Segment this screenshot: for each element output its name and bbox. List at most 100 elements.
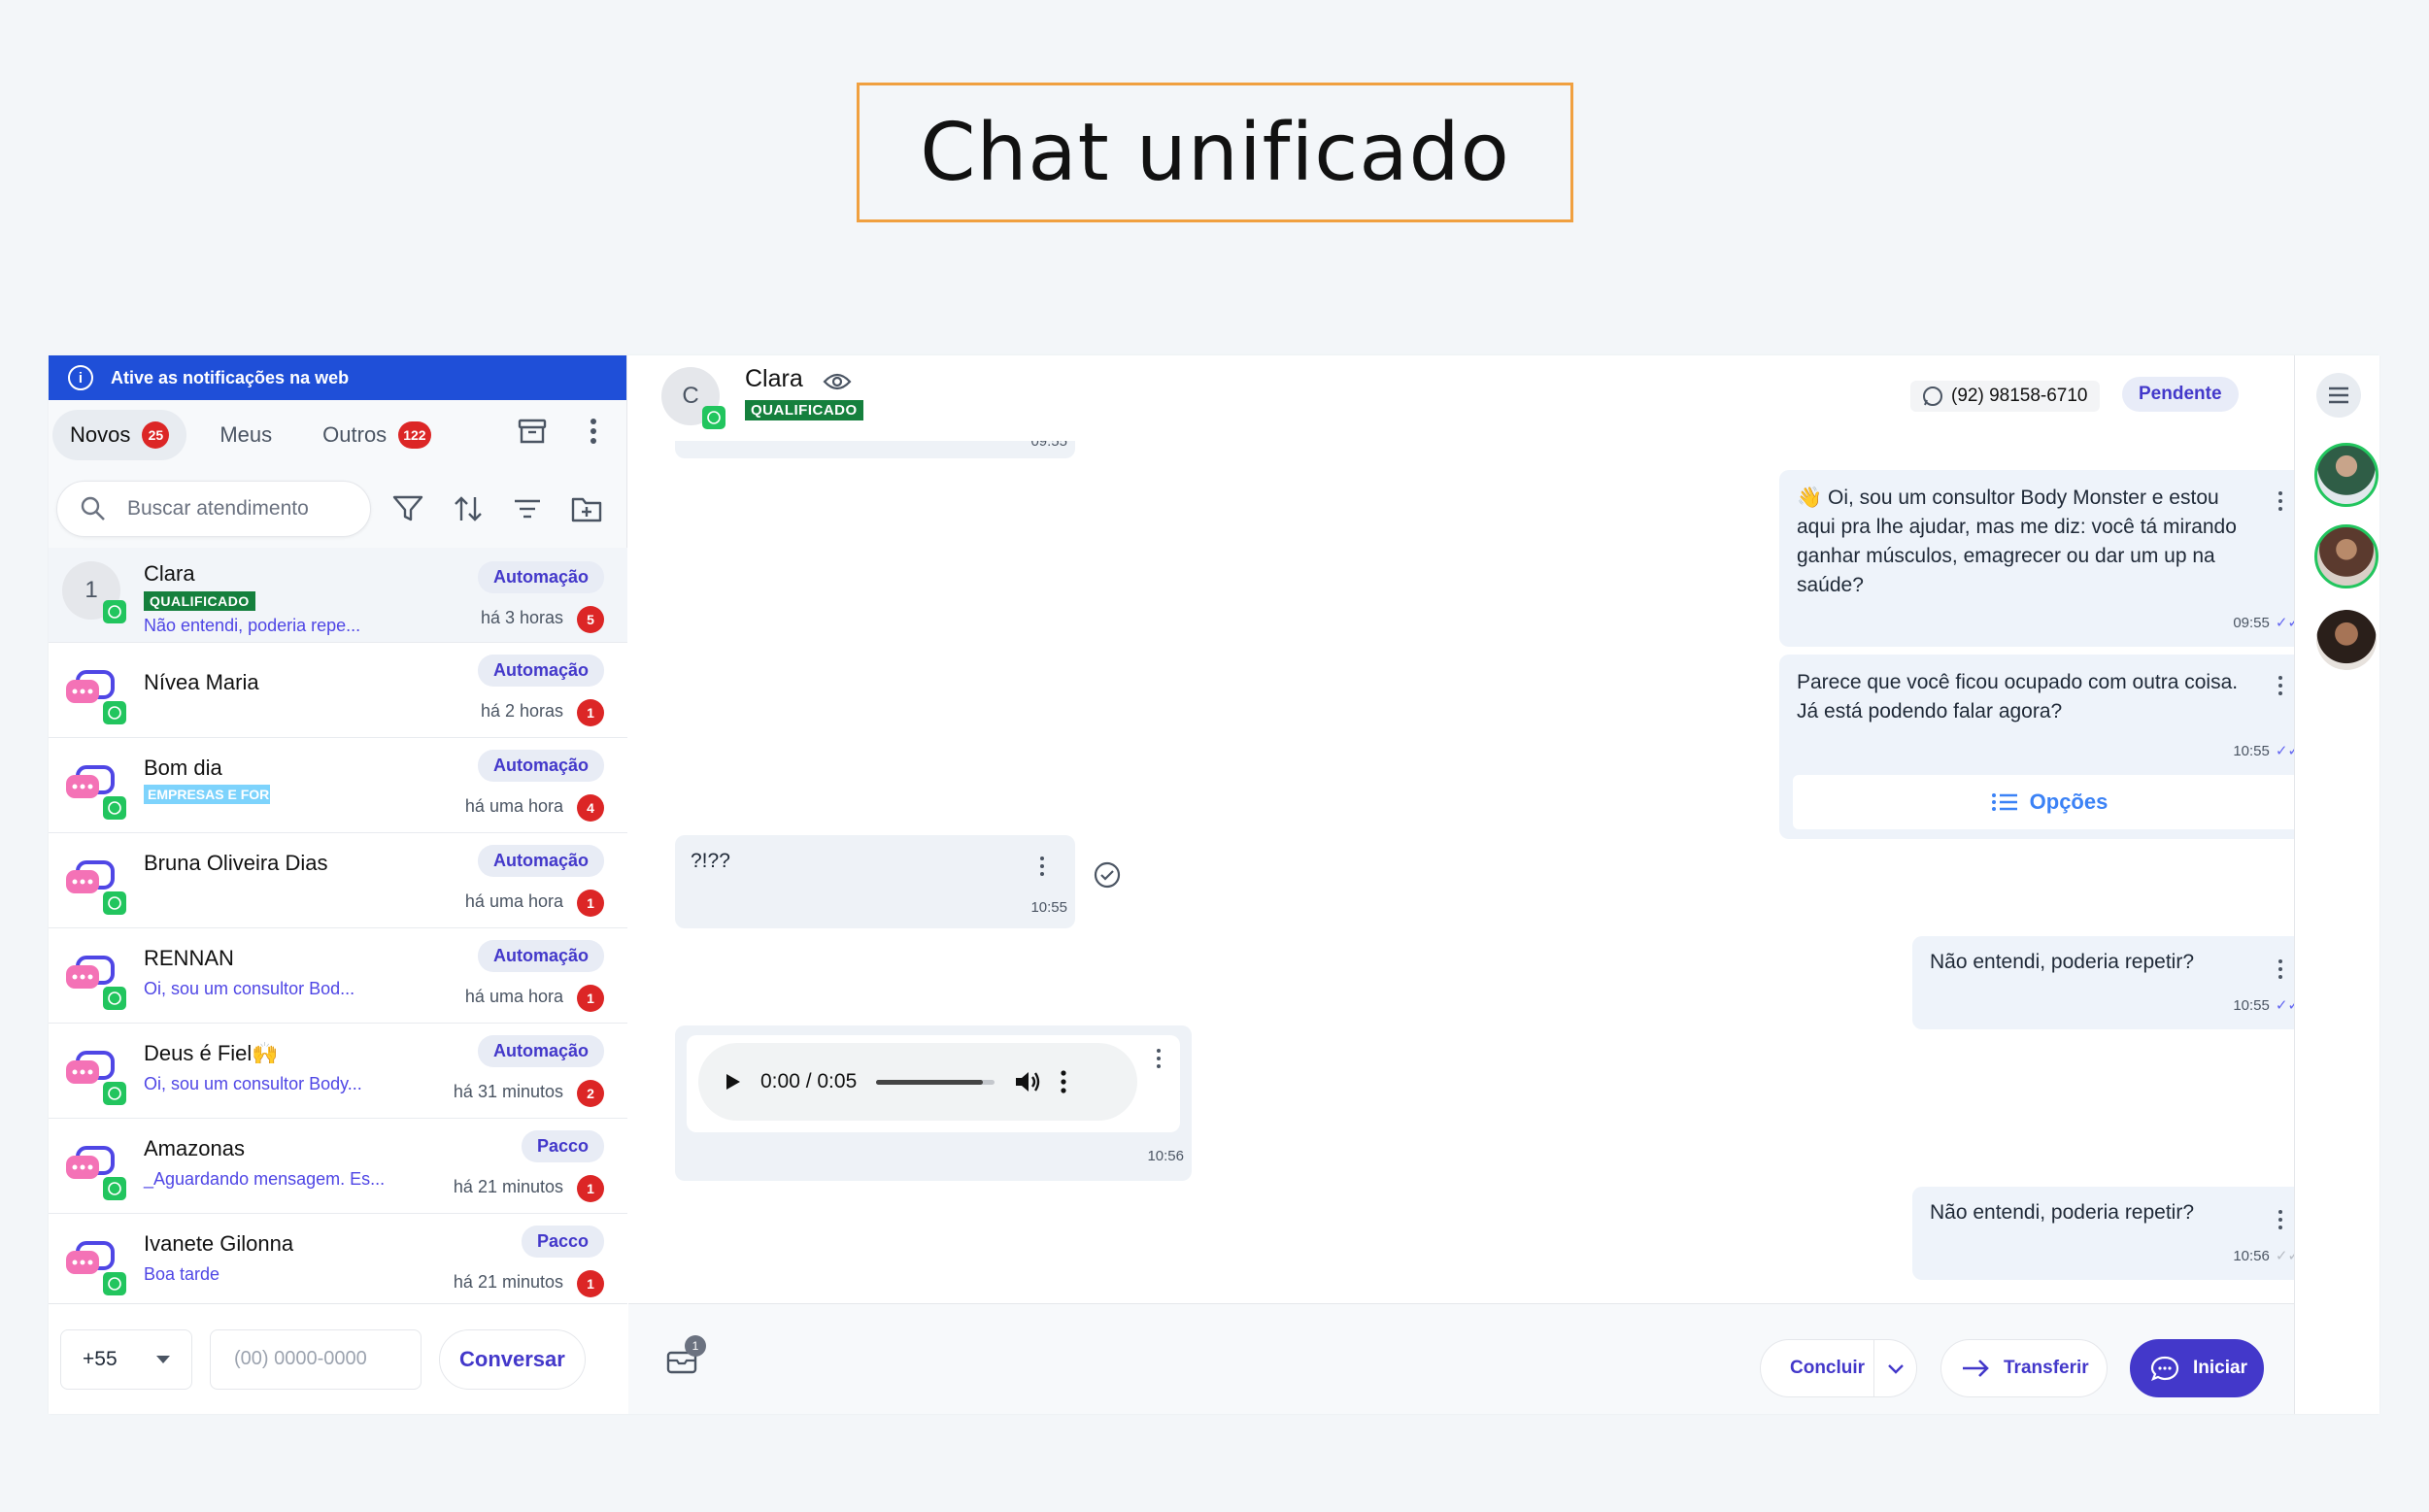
queue-pill: Automação <box>477 940 604 972</box>
notification-banner[interactable]: i Ative as notificações na web <box>49 355 626 400</box>
whatsapp-icon <box>103 1177 126 1200</box>
timestamp: há 21 minutos <box>453 1177 563 1196</box>
conversation-item[interactable]: Amazonas _Aguardando mensagem. Es... Pac… <box>49 1119 627 1214</box>
archive-icon[interactable] <box>518 418 547 445</box>
conversar-button[interactable]: Conversar <box>439 1328 586 1390</box>
audio-more-icon[interactable] <box>1061 1070 1066 1093</box>
qualified-tag: QUALIFICADO <box>745 400 863 420</box>
menu-button[interactable] <box>2316 373 2361 418</box>
message-preview: Oi, sou um consultor Bod... <box>144 979 355 998</box>
conversation-item[interactable]: Ivanete Gilonna Boa tarde Pacco há 21 mi… <box>49 1214 627 1303</box>
audio-progress-bar[interactable] <box>876 1079 995 1085</box>
whatsapp-outline-icon <box>1923 386 1942 406</box>
options-label: Opções <box>2029 790 2109 814</box>
more-vertical-icon[interactable] <box>590 418 597 445</box>
attachments-button[interactable]: 1 <box>665 1335 706 1379</box>
add-folder-icon[interactable] <box>571 495 602 522</box>
list-filter-icon[interactable] <box>513 497 542 521</box>
conversation-item[interactable]: Bom dia EMPRESAS E FOR Automação há uma … <box>49 738 627 833</box>
queue-pill: Automação <box>477 750 604 782</box>
contact-name: Clara <box>144 561 195 586</box>
sort-icon[interactable] <box>453 494 484 523</box>
iniciar-label: Iniciar <box>2193 1358 2247 1378</box>
contact-name: Ivanete Gilonna <box>144 1231 294 1256</box>
message-menu-icon[interactable] <box>2278 959 2284 983</box>
agent-avatar[interactable] <box>2316 610 2377 670</box>
whatsapp-icon <box>103 1082 126 1105</box>
tab-meus[interactable]: Meus <box>202 410 289 460</box>
check-circle-icon[interactable] <box>1093 860 1122 890</box>
tabs: Novos 25 Meus Outros 122 <box>49 400 626 470</box>
timestamp: há 31 minutos <box>453 1082 563 1101</box>
queue-pill: Automação <box>477 561 604 593</box>
search-input[interactable]: Buscar atendimento <box>56 481 371 537</box>
timestamp: há uma hora <box>464 796 563 816</box>
country-code-select[interactable]: +55 <box>60 1328 192 1390</box>
phone-input[interactable]: (00) 0000-0000 <box>210 1328 422 1390</box>
message-bubble-partial: 09:55 <box>675 441 1075 458</box>
message-preview: Oi, sou um consultor Body... <box>144 1074 362 1093</box>
unread-badge: 1 <box>577 1270 604 1297</box>
filter-icon[interactable] <box>392 494 423 523</box>
phone-number: (92) 98158-6710 <box>1951 386 2088 406</box>
message-text: ?!?? <box>691 850 730 872</box>
options-button[interactable]: Opções <box>1793 775 2294 829</box>
whatsapp-icon <box>103 891 126 915</box>
contact-name: Nívea Maria <box>144 670 259 694</box>
conversation-item[interactable]: 1 Clara QUALIFICADO Não entendi, poderia… <box>49 548 627 643</box>
message-time: 09:55 ✓✓ <box>2233 614 2294 632</box>
message-bubble-audio: 0:00 / 0:05 10:56 <box>675 1025 1192 1181</box>
agent-avatar[interactable] <box>2314 443 2378 507</box>
whatsapp-icon <box>103 987 126 1010</box>
audio-player[interactable]: 0:00 / 0:05 <box>698 1043 1137 1121</box>
unread-badge: 4 <box>577 794 604 822</box>
contact-name: Deus é Fiel🙌 <box>144 1041 279 1065</box>
message-menu-icon[interactable] <box>1040 857 1046 880</box>
message-time: 09:55 <box>1030 441 1067 450</box>
contact-name: Bruna Oliveira Dias <box>144 851 328 875</box>
contact-name: RENNAN <box>144 946 234 970</box>
whatsapp-icon <box>103 796 126 820</box>
page-title: Chat unificado <box>920 106 1510 199</box>
eye-icon[interactable] <box>823 371 852 392</box>
company-tag: EMPRESAS E FOR <box>144 785 270 804</box>
search-placeholder: Buscar atendimento <box>127 497 309 520</box>
tab-count-badge: 25 <box>142 421 170 449</box>
message-menu-icon[interactable] <box>2278 676 2284 699</box>
message-menu-icon[interactable] <box>2278 1210 2284 1233</box>
volume-icon[interactable] <box>1014 1070 1041 1093</box>
message-bubble-outgoing: Não entendi, poderia repetir? 10:56 ✓✓ <box>1912 1187 2294 1280</box>
message-menu-icon[interactable] <box>1157 1049 1163 1072</box>
transferir-button[interactable]: Transferir <box>1940 1339 2108 1397</box>
conversation-item[interactable]: Deus é Fiel🙌 Oi, sou um consultor Body..… <box>49 1024 627 1119</box>
conversation-item[interactable]: Bruna Oliveira Dias Automação há uma hor… <box>49 833 627 928</box>
conversation-panel: i Ative as notificações na web Novos 25 … <box>49 355 627 1414</box>
iniciar-button[interactable]: Iniciar <box>2130 1339 2264 1397</box>
queue-pill: Automação <box>477 1035 604 1067</box>
tab-outros[interactable]: Outros 122 <box>305 410 448 460</box>
audio-time: 0:00 / 0:05 <box>760 1070 858 1092</box>
list-icon <box>1991 793 2017 811</box>
conversation-item[interactable]: Nívea Maria Automação há 2 horas 1 <box>49 643 627 738</box>
chevron-down-icon[interactable] <box>1887 1363 1905 1375</box>
play-icon[interactable] <box>725 1073 741 1091</box>
search-row: Buscar atendimento <box>49 470 626 548</box>
queue-pill: Pacco <box>521 1226 604 1258</box>
chat-app: i Ative as notificações na web Novos 25 … <box>49 355 2379 1414</box>
queue-pill: Automação <box>477 845 604 877</box>
message-menu-icon[interactable] <box>2278 491 2284 515</box>
concluir-button[interactable]: Concluir <box>1760 1339 1917 1397</box>
notification-text: Ative as notificações na web <box>111 367 350 387</box>
country-code: +55 <box>83 1347 118 1370</box>
agent-avatar[interactable] <box>2314 524 2378 588</box>
contact-phone[interactable]: (92) 98158-6710 <box>1910 381 2100 412</box>
unread-badge: 1 <box>577 699 604 726</box>
page-title-box: Chat unificado <box>857 83 1573 222</box>
qualified-tag: QUALIFICADO <box>144 591 255 611</box>
tab-novos[interactable]: Novos 25 <box>52 410 187 460</box>
chat-icon <box>2150 1356 2179 1381</box>
concluir-label: Concluir <box>1790 1358 1866 1378</box>
conversation-item[interactable]: RENNAN Oi, sou um consultor Bod... Autom… <box>49 928 627 1024</box>
search-icon <box>81 496 105 521</box>
timestamp: há uma hora <box>464 891 563 911</box>
